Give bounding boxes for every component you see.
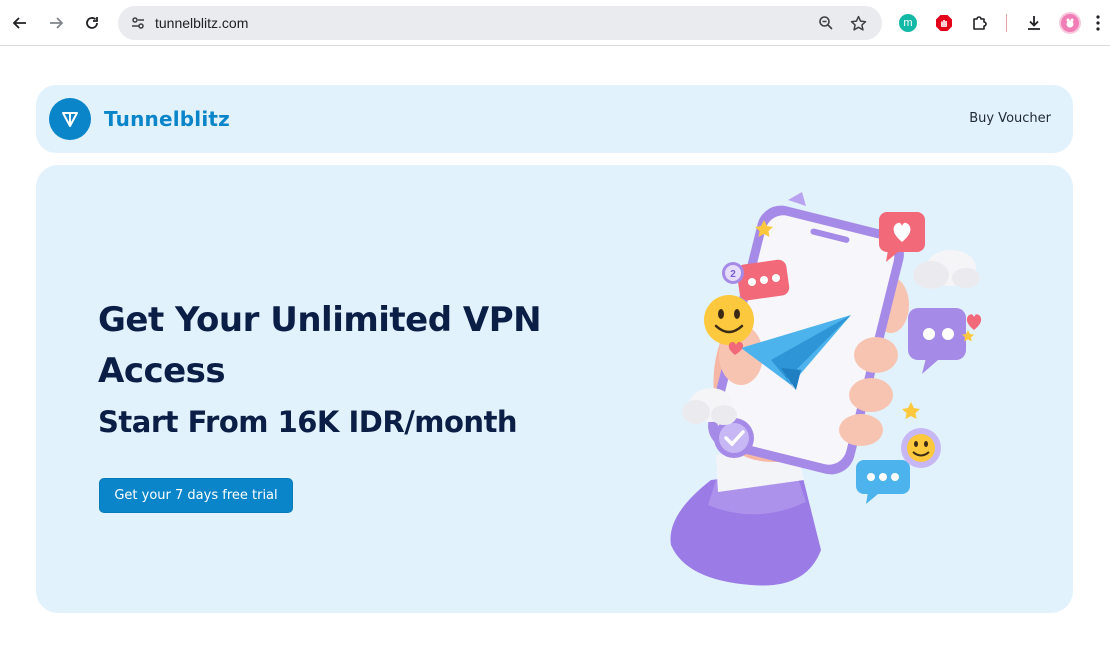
reload-icon bbox=[86, 17, 98, 29]
star-icon bbox=[902, 402, 920, 419]
chat-bubble-icon bbox=[736, 259, 790, 301]
cloud bbox=[913, 250, 980, 289]
buy-voucher-link[interactable]: Buy Voucher bbox=[969, 111, 1051, 126]
downloads-button[interactable] bbox=[1022, 11, 1046, 35]
hero-headline: Get Your Unlimited VPN Access bbox=[98, 300, 542, 391]
logo-triangle-icon bbox=[62, 112, 78, 127]
toolbar-divider bbox=[1006, 14, 1007, 32]
forward-icon bbox=[50, 17, 64, 29]
hero-section: Get Your Unlimited VPN Access Start From… bbox=[36, 165, 1073, 613]
notification-count: 2 bbox=[730, 269, 736, 280]
site-settings-button[interactable] bbox=[126, 11, 150, 35]
forward-button[interactable] bbox=[42, 9, 70, 37]
site-settings-icon bbox=[132, 17, 144, 29]
back-icon bbox=[12, 17, 26, 29]
extensions-button[interactable] bbox=[968, 11, 992, 35]
chrome-menu-button[interactable] bbox=[1092, 11, 1104, 35]
chat-bubble-icon bbox=[856, 460, 910, 504]
hero-illustration: 2 bbox=[670, 192, 982, 586]
profile-avatar-icon bbox=[1059, 12, 1081, 34]
back-button[interactable] bbox=[6, 9, 34, 37]
flower-emoji-icon bbox=[901, 428, 941, 468]
site-navbar: Tunnelblitz Buy Voucher bbox=[36, 85, 1073, 153]
reload-button[interactable] bbox=[78, 9, 106, 37]
extension-m-icon: m bbox=[899, 14, 917, 32]
zoom-icon bbox=[819, 16, 833, 30]
address-bar[interactable]: tunnelblitz.com bbox=[118, 6, 882, 40]
finger bbox=[839, 414, 883, 446]
profile-button[interactable] bbox=[1058, 11, 1082, 35]
smiley-emoji-icon bbox=[704, 295, 754, 345]
extensions-puzzle-icon bbox=[973, 16, 987, 30]
more-vert-icon bbox=[1096, 15, 1100, 31]
url-text[interactable]: tunnelblitz.com bbox=[155, 15, 248, 31]
extension-adblock-button[interactable] bbox=[932, 11, 956, 35]
heart-icon bbox=[966, 314, 982, 330]
finger bbox=[854, 337, 898, 373]
finger bbox=[849, 378, 893, 412]
bookmark-button[interactable] bbox=[846, 11, 870, 35]
brand-name[interactable]: Tunnelblitz bbox=[104, 107, 230, 131]
extension-m-button[interactable]: m bbox=[896, 11, 920, 35]
extension-adblock-icon bbox=[936, 15, 952, 31]
bookmark-star-icon bbox=[850, 15, 866, 31]
download-icon bbox=[1028, 16, 1040, 30]
hero-subheadline: Start From 16K IDR/month bbox=[98, 405, 518, 439]
megaphone-icon bbox=[788, 192, 806, 206]
chat-bubble-icon bbox=[908, 308, 966, 374]
logo[interactable] bbox=[49, 98, 91, 140]
free-trial-button[interactable]: Get your 7 days free trial bbox=[99, 478, 293, 513]
browser-toolbar: tunnelblitz.com m bbox=[0, 0, 1110, 46]
notification-badge: 2 bbox=[722, 262, 744, 284]
extension-m-label: m bbox=[903, 17, 913, 29]
zoom-button[interactable] bbox=[814, 11, 838, 35]
